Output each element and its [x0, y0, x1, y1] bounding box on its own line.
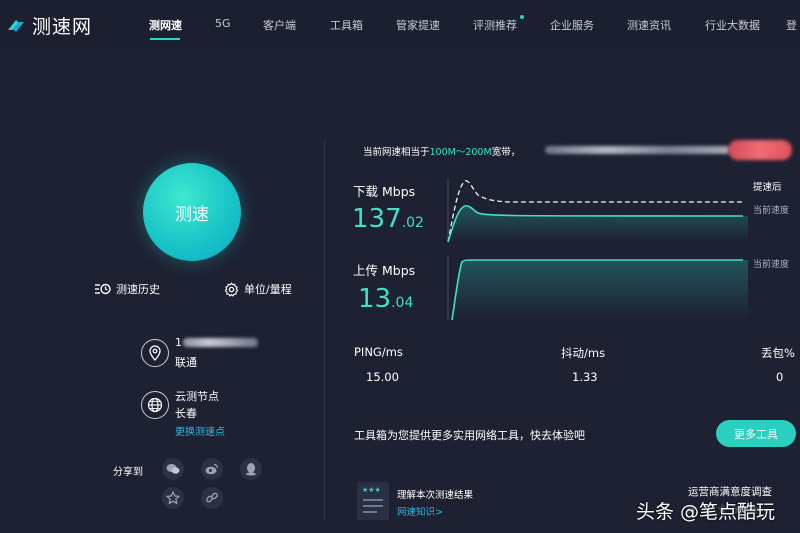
download-speed-dec: .02 — [401, 215, 424, 231]
nav-item-speedtest[interactable]: 测网速 — [149, 17, 182, 33]
upload-speed-dec: .04 — [391, 295, 414, 311]
upload-current-area — [452, 260, 748, 320]
upload-label: 上传 Mbps — [353, 263, 416, 278]
unit-range-button[interactable]: 单位/量程 — [224, 281, 292, 297]
nav-item-5g[interactable]: 5G — [215, 17, 231, 30]
history-icon — [95, 283, 111, 295]
new-badge-dot — [520, 15, 524, 19]
upload-speed: 13.04 — [358, 286, 413, 312]
panel-divider — [324, 140, 325, 520]
watermark: 头条 @笔点酷玩 — [636, 501, 776, 523]
nav-item-enterprise[interactable]: 企业服务 — [550, 17, 594, 33]
globe-icon — [141, 391, 169, 419]
nav-item-big-data[interactable]: 行业大数据 — [705, 17, 760, 33]
bandwidth-hint-prefix: 当前网速相当于 — [363, 147, 430, 158]
legend-current-speed-download: 当前速度 — [753, 206, 790, 216]
qq-icon[interactable] — [240, 458, 262, 480]
nav-item-login[interactable]: 登 — [786, 17, 797, 33]
download-current-area — [448, 205, 748, 242]
test-history-label: 测速历史 — [116, 283, 160, 296]
document-icon: ★★★ — [357, 482, 389, 520]
download-chart — [447, 178, 748, 243]
ping-value: 15.00 — [366, 370, 399, 384]
legend-current-speed-upload: 当前速度 — [753, 260, 790, 270]
bandwidth-hint: 当前网速相当于100M～200M宽带， — [363, 144, 520, 158]
wechat-icon[interactable] — [162, 458, 184, 480]
top-nav-bar: 测速网 测网速 5G 客户端 工具箱 管家提速 评测推荐 企业服务 测速资讯 行… — [0, 0, 800, 46]
nav-item-boost[interactable]: 管家提速 — [396, 17, 440, 33]
legend-after-boost: 提速后 — [753, 182, 782, 193]
ping-label: PING/ms — [354, 345, 403, 359]
nav-item-client[interactable]: 客户端 — [263, 17, 296, 33]
weibo-icon[interactable] — [201, 458, 223, 480]
toolbox-promo-text: 工具箱为您提供更多实用网络工具，快去体验吧 — [354, 429, 585, 442]
nav-item-news[interactable]: 测速资讯 — [627, 17, 671, 33]
redacted-promo-button[interactable] — [728, 140, 792, 160]
download-speed: 137.02 — [352, 206, 424, 232]
redacted-promo-text — [545, 146, 730, 154]
more-tools-button[interactable]: 更多工具 — [716, 420, 796, 447]
unit-range-label: 单位/量程 — [244, 283, 292, 296]
nav-item-reviews[interactable]: 评测推荐 — [473, 17, 517, 33]
link-icon[interactable] — [201, 487, 223, 509]
download-speed-int: 137 — [352, 204, 402, 234]
speed-knowledge-link[interactable]: 网速知识> — [397, 504, 443, 518]
start-test-button[interactable]: 测速 — [143, 163, 241, 261]
change-node-link[interactable]: 更换测速点 — [175, 423, 225, 438]
jitter-value: 1.33 — [572, 370, 598, 384]
result-explanation-title: 理解本次测速结果 — [397, 490, 474, 501]
nav-active-underline — [150, 38, 180, 40]
isp-name: 联通 — [175, 356, 197, 369]
qzone-icon[interactable] — [162, 487, 184, 509]
location-icon — [141, 339, 169, 367]
jitter-label: 抖动/ms — [561, 346, 606, 360]
packet-loss-label: 丢包% — [761, 346, 795, 360]
nav-item-toolbox[interactable]: 工具箱 — [330, 17, 363, 33]
ip-address-prefix: 1 — [175, 336, 182, 349]
node-title: 云测节点 — [175, 390, 219, 403]
packet-loss-value: 0 — [776, 370, 784, 384]
test-history-button[interactable]: 测速历史 — [95, 281, 160, 297]
logo-text: 测速网 — [32, 16, 93, 38]
upload-chart — [447, 256, 748, 321]
bandwidth-hint-suffix: 宽带， — [491, 147, 521, 158]
node-city: 长春 — [175, 407, 197, 420]
gear-icon — [224, 282, 239, 297]
logo[interactable]: 测速网 — [4, 12, 92, 39]
download-label: 下载 Mbps — [353, 184, 416, 199]
svg-text:★★★: ★★★ — [362, 486, 381, 494]
bandwidth-range: 100M～200M — [429, 147, 492, 158]
share-label: 分享到 — [113, 467, 143, 478]
logo-icon — [8, 19, 24, 32]
ip-address-redacted — [183, 338, 258, 347]
upload-speed-int: 13 — [358, 284, 392, 314]
